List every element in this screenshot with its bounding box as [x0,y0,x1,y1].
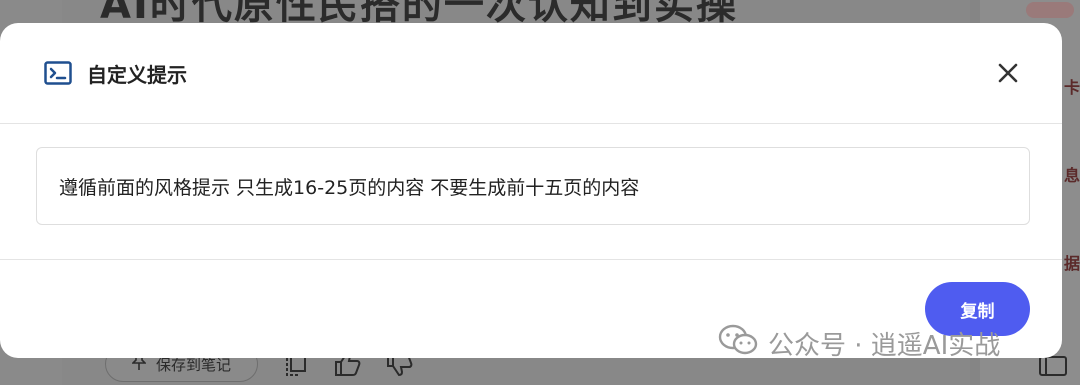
background-side-item: 息 [1063,166,1080,185]
watermark: 公众号 · 逍遥AI实战 [718,324,1000,363]
panel-toggle-icon[interactable] [1038,355,1068,381]
terminal-icon [44,61,72,85]
dialog-header: 自定义提示 [0,23,1062,124]
background-side-item: 据 [1063,254,1080,273]
background-side-item: 卡 [1063,78,1080,97]
custom-prompt-dialog: 自定义提示 遵循前面的风格提示 只生成16-25页的内容 不要生成前十五页的内容… [0,23,1062,358]
background-chip [1026,2,1074,18]
wechat-icon [718,324,760,363]
dialog-body: 遵循前面的风格提示 只生成16-25页的内容 不要生成前十五页的内容 [0,124,1062,260]
close-icon[interactable] [993,58,1023,88]
dialog-title: 自定义提示 [87,63,187,87]
prompt-text-field[interactable]: 遵循前面的风格提示 只生成16-25页的内容 不要生成前十五页的内容 [36,147,1030,225]
watermark-text: 公众号 · 逍遥AI实战 [768,331,1001,361]
